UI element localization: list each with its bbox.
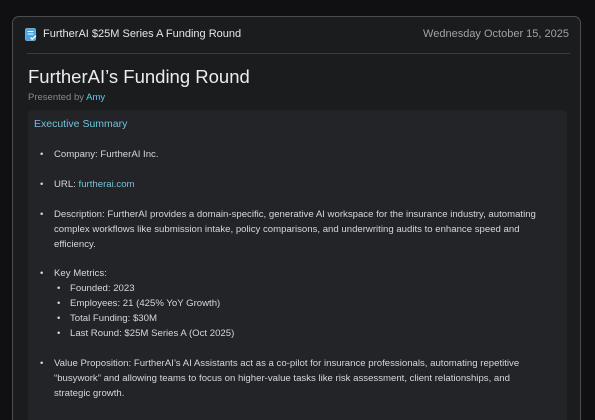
executive-summary-card: Executive Summary • Company: FurtherAI I…: [28, 110, 567, 420]
report-date: Wednesday October 15, 2025: [423, 28, 569, 40]
description-value: FurtherAI provides a domain-specific, ge…: [54, 209, 536, 250]
bullet-icon: •: [57, 328, 61, 339]
metric-item: • Founded: 2023: [54, 281, 544, 296]
metric-value: 2023: [113, 283, 135, 294]
header-divider: [27, 53, 570, 54]
bullet-icon: •: [40, 179, 44, 190]
list-item-value-proposition: • Value Proposition: FurtherAI’s AI Assi…: [40, 356, 544, 401]
report-window: FurtherAI $25M Series A Funding Round We…: [12, 16, 581, 420]
list-item-description: • Description: FurtherAI provides a doma…: [40, 207, 544, 252]
bullet-icon: •: [57, 283, 61, 294]
report-title: FurtherAI $25M Series A Funding Round: [43, 28, 242, 40]
company-value: FurtherAI Inc.: [100, 149, 159, 160]
list-item-key-metrics: • Key Metrics: • Founded: 2023 • Employe…: [40, 266, 544, 341]
metric-item: • Employees: 21 (425% YoY Growth): [54, 296, 544, 311]
metric-item: • Total Funding: $30M: [54, 311, 544, 326]
bullet-icon: •: [40, 358, 44, 369]
list-item-company: • Company: FurtherAI Inc.: [40, 147, 544, 162]
description-label: Description:: [54, 209, 105, 220]
url-label: URL:: [54, 179, 76, 190]
metric-label: Last Round:: [70, 328, 122, 339]
company-label: Company:: [54, 149, 98, 160]
metric-label: Employees:: [70, 298, 121, 309]
metric-item: • Last Round: $25M Series A (Oct 2025): [54, 326, 544, 341]
bullet-icon: •: [40, 149, 44, 160]
bullet-icon: •: [40, 209, 44, 220]
document-check-icon: [25, 28, 37, 41]
executive-summary-heading: Executive Summary: [34, 118, 128, 130]
page-title: FurtherAI’s Funding Round: [28, 66, 250, 87]
value-prop-label: Value Proposition:: [54, 358, 132, 369]
metric-label: Total Funding:: [70, 313, 131, 324]
metric-value: $30M: [132, 313, 157, 324]
url-link[interactable]: furtherai.com: [79, 179, 135, 190]
presented-by-label: Presented by: [28, 92, 84, 103]
list-item-url: • URL: furtherai.com: [40, 177, 544, 192]
metric-label: Founded:: [70, 283, 111, 294]
bullet-icon: •: [57, 298, 61, 309]
presenter-name: Amy: [86, 92, 106, 103]
bullet-icon: •: [40, 268, 44, 279]
bullet-icon: •: [57, 313, 61, 324]
window-header: FurtherAI $25M Series A Funding Round We…: [13, 17, 580, 53]
presented-by: Presented by Amy: [28, 92, 105, 103]
key-metrics-label: Key Metrics:: [54, 268, 107, 279]
metric-value: 21 (425% YoY Growth): [122, 298, 221, 309]
metric-value: $25M Series A (Oct 2025): [124, 328, 235, 339]
